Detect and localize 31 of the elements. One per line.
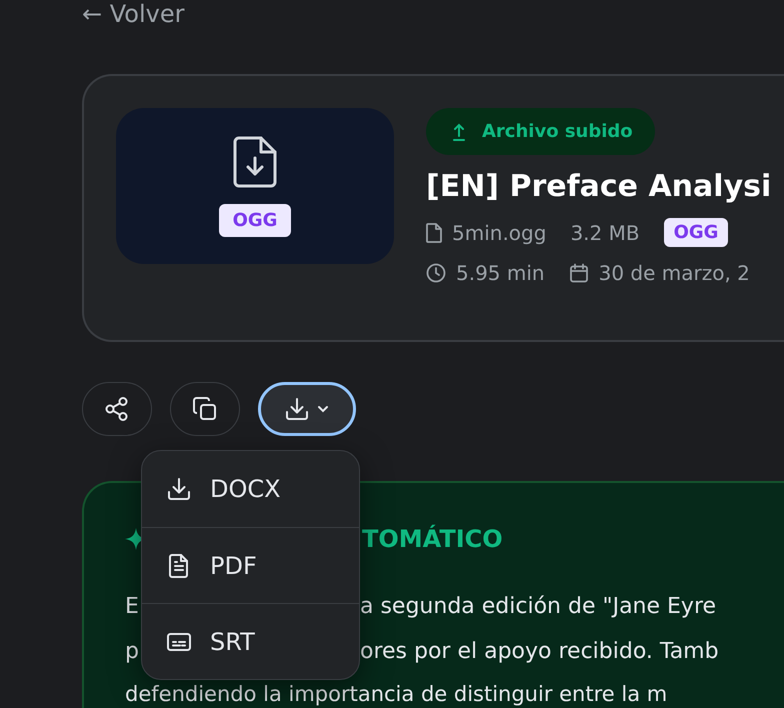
file-name: 5min.ogg [452,220,546,244]
summary-text: a segunda edición de "Jane Eyre [360,593,716,621]
back-link[interactable]: ← Volver [82,0,184,29]
summary-title: TOMÁTICO [362,525,503,553]
download-icon [284,396,310,422]
copy-button[interactable] [170,382,240,436]
file-size: 3.2 MB [570,220,640,244]
download-icon [166,476,192,502]
format-badge: OGG [218,204,292,236]
duration: 5.95 min [456,261,545,285]
share-button[interactable] [82,382,152,436]
upload-icon [452,122,466,140]
summary-text: E [125,593,139,621]
download-menu-button[interactable] [258,382,356,436]
menu-item[interactable]: SRT [142,603,359,679]
summary-text: defendiendo la importancia de distinguir entre la m [125,682,668,706]
calendar-icon [568,263,589,283]
clock-icon [426,263,446,283]
chevron-down-icon [316,404,330,414]
summary-text: ores por el apoyo recibido. Tamb [360,638,719,666]
menu-item[interactable]: DOCX [142,451,359,527]
file-download-icon [233,136,277,188]
file-title: [EN] Preface Analysi [426,169,772,204]
summary-text: p [125,638,139,666]
copy-icon [192,396,218,422]
status-text: Archivo subido [482,121,633,142]
upload-date: 30 de marzo, 2 [598,261,750,285]
menu-item[interactable]: PDF [142,527,359,603]
share-icon [104,396,130,422]
format-badge: OGG [664,218,728,247]
file-icon [426,222,442,242]
